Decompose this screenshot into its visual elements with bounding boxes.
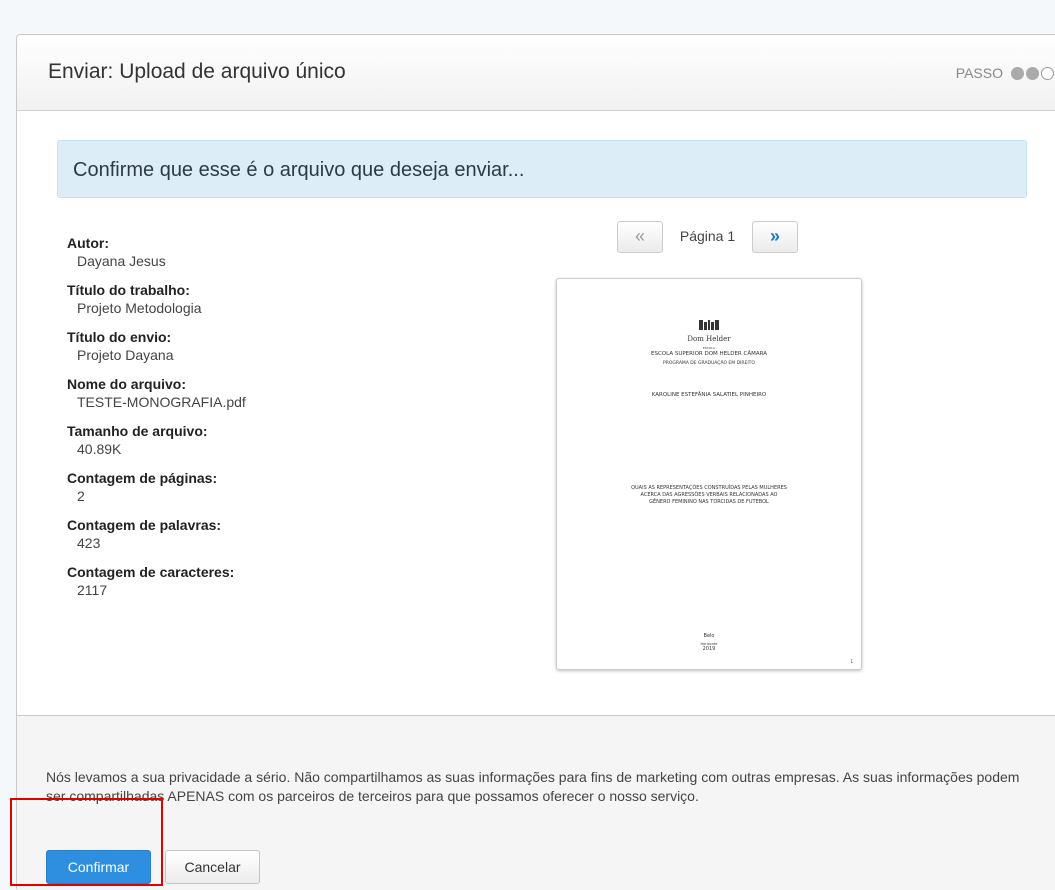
- privacy-notice: Nós levamos a sua privacidade a sério. N…: [46, 769, 1020, 804]
- confirm-alert: Confirme que esse é o arquivo que deseja…: [57, 140, 1027, 198]
- preview-author: KAROLINE ESTEFÂNIA SALATIEL PINHEIRO: [651, 392, 767, 398]
- field-value: Projeto Metodologia: [77, 300, 202, 316]
- step-indicator: PASSO: [956, 65, 1054, 81]
- dialog-title: Enviar: Upload de arquivo único: [48, 60, 346, 83]
- file-metadata: Autor: Dayana Jesus Título do trabalho: …: [67, 235, 487, 611]
- preview-school: ESCOLA SUPERIOR DOM HELDER CÂMARA: [651, 351, 767, 357]
- highlight-annotation: [10, 798, 163, 886]
- school-logo-icon: [698, 319, 720, 331]
- preview-logo-text: Dom Helder: [687, 335, 731, 343]
- field-work-title: Título do trabalho: Projeto Metodologia: [67, 282, 487, 317]
- field-file-name: Nome do arquivo: TESTE-MONOGRAFIA.pdf: [67, 376, 487, 411]
- preview-title-line: ACERCA DAS AGRESSÕES VERBAIS RELACIONADA…: [640, 492, 778, 498]
- field-submission-title: Título do envio: Projeto Dayana: [67, 329, 487, 364]
- step-dot-2: [1026, 66, 1039, 80]
- field-value: 2117: [77, 582, 108, 598]
- preview-title-line: QUAIS AS REPRESENTAÇÕES CONSTRUÍDAS PELA…: [631, 485, 787, 491]
- page-navigator: « Página 1 »: [617, 221, 800, 253]
- dialog-header: Enviar: Upload de arquivo único PASSO: [17, 35, 1055, 111]
- field-value: TESTE-MONOGRAFIA.pdf: [77, 394, 246, 410]
- preview-city: Belo: [703, 633, 715, 639]
- field-value: Projeto Dayana: [77, 347, 174, 363]
- step-label: PASSO: [955, 65, 1003, 81]
- field-label: Autor:: [67, 235, 109, 251]
- field-label: Título do envio:: [67, 329, 172, 345]
- step-dot-1: [1011, 66, 1024, 80]
- document-preview: Dom Helder ESCOLA ESCOLA SUPERIOR DOM HE…: [556, 278, 862, 670]
- step-dot-3: [1041, 66, 1054, 80]
- preview-tiny-text: ESCOLA: [702, 346, 716, 350]
- alert-message: Confirme que esse é o arquivo que deseja…: [73, 159, 525, 181]
- dialog-footer: Nós levamos a sua privacidade a sério. N…: [17, 715, 1055, 890]
- field-character-count: Contagem de caracteres: 2117: [67, 564, 487, 599]
- field-value: Dayana Jesus: [77, 253, 166, 269]
- field-label: Tamanho de arquivo:: [67, 423, 208, 439]
- field-author: Autor: Dayana Jesus: [67, 235, 487, 270]
- next-page-button[interactable]: »: [752, 221, 798, 253]
- preview-year: 2019: [702, 646, 716, 652]
- preview-page-number: 1: [850, 659, 853, 664]
- page-indicator: Página 1: [679, 228, 736, 244]
- previous-page-button[interactable]: «: [617, 221, 663, 253]
- preview-title-line: GÊNERO FEMININO NAS TORCIDAS DE FUTEBOL: [649, 499, 769, 505]
- field-label: Contagem de páginas:: [67, 470, 218, 486]
- field-label: Contagem de palavras:: [67, 517, 222, 533]
- preview-program: PROGRAMA DE GRADUAÇÃO EM DIREITO: [663, 361, 755, 366]
- field-value: 40.89K: [77, 441, 122, 457]
- field-label: Nome do arquivo:: [67, 376, 187, 392]
- field-label: Contagem de caracteres:: [67, 564, 235, 580]
- upload-dialog: Enviar: Upload de arquivo único PASSO Co…: [16, 34, 1055, 890]
- field-word-count: Contagem de palavras: 423: [67, 517, 487, 552]
- cancel-button[interactable]: Cancelar: [165, 850, 260, 884]
- field-page-count: Contagem de páginas: 2: [67, 470, 487, 505]
- field-value: 2: [77, 488, 85, 504]
- field-value: 423: [77, 535, 101, 551]
- field-file-size: Tamanho de arquivo: 40.89K: [67, 423, 487, 458]
- field-label: Título do trabalho:: [67, 282, 190, 298]
